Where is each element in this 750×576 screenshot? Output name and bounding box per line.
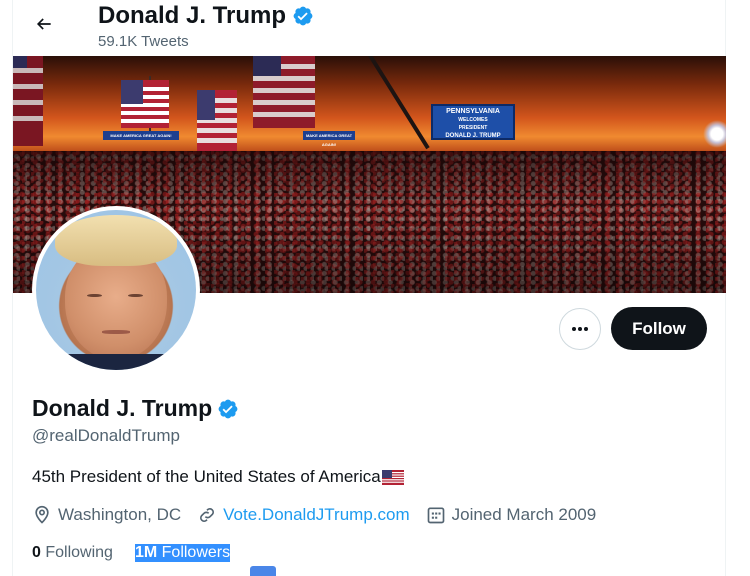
followers-count: 1M xyxy=(134,544,158,561)
calendar-icon xyxy=(427,507,444,524)
joined-item: Joined March 2009 xyxy=(426,505,597,525)
verified-badge-icon xyxy=(218,399,238,418)
us-flag-banner xyxy=(13,56,43,146)
bio-text: 45th President of the United States of A… xyxy=(32,467,381,486)
stage-sign-line: WELCOMES xyxy=(458,117,488,123)
crane-arm xyxy=(368,56,430,150)
avatar-suit xyxy=(48,354,184,370)
stage-sign-line: PRESIDENT xyxy=(458,125,488,131)
stage-sign: PENNSYLVANIA WELCOMES PRESIDENT DONALD J… xyxy=(431,104,515,140)
avatar-mouth xyxy=(101,330,131,334)
following-stat[interactable]: 0 Following xyxy=(32,544,113,562)
avatar-eye xyxy=(87,293,102,298)
header-name: Donald J. Trump xyxy=(98,2,287,29)
location-pin-icon xyxy=(35,505,49,524)
rail-sign: MAKE AMERICA GREAT AGAIN! xyxy=(103,131,179,140)
stage-sign-line: PENNSYLVANIA xyxy=(446,108,500,115)
website-item[interactable]: Vote.DonaldJTrump.com xyxy=(197,505,410,525)
us-flag-emoji xyxy=(381,469,404,485)
follow-button[interactable]: Follow xyxy=(611,307,707,350)
stage-sign-line: DONALD J. TRUMP xyxy=(445,133,501,139)
joined-text: Joined March 2009 xyxy=(451,505,597,524)
profile-stats: 0 Following 1M Followers xyxy=(32,544,252,562)
followers-stat[interactable]: 1M Followers xyxy=(134,544,231,562)
header-title: Donald J. Trump xyxy=(98,2,314,30)
back-arrow-icon xyxy=(36,18,51,30)
profile-name-text: Donald J. Trump xyxy=(32,395,213,421)
more-dots-icon xyxy=(572,327,588,331)
avatar-image xyxy=(36,210,196,370)
website-link[interactable]: Vote.DonaldJTrump.com xyxy=(223,505,409,525)
avatar[interactable] xyxy=(32,206,200,374)
profile-bio: 45th President of the United States of A… xyxy=(32,467,404,487)
followers-label: Followers xyxy=(161,544,231,561)
stage-light xyxy=(703,120,726,148)
us-flag-banner xyxy=(121,80,169,128)
following-count: 0 xyxy=(32,544,41,561)
avatar-eye xyxy=(128,293,143,298)
more-button[interactable] xyxy=(559,308,601,350)
profile-handle: @realDonaldTrump xyxy=(32,426,180,445)
location-item: Washington, DC xyxy=(32,505,181,525)
rail-sign: MAKE AMERICA GREAT AGAIN! xyxy=(303,131,355,147)
link-icon xyxy=(200,508,215,522)
location-text: Washington, DC xyxy=(58,505,182,524)
us-flag-banner xyxy=(253,56,315,128)
us-flag-banner xyxy=(197,90,237,154)
profile-meta: Washington, DC Vote.DonaldJTrump.com Joi… xyxy=(32,505,612,525)
profile-name: Donald J. Trump xyxy=(32,395,239,422)
following-label: Following xyxy=(45,544,113,561)
floating-doc-icon[interactable] xyxy=(250,566,276,576)
back-button[interactable] xyxy=(24,6,64,42)
tweet-count: 59.1K Tweets xyxy=(98,33,189,50)
avatar-hair xyxy=(55,214,177,266)
verified-badge-icon xyxy=(293,6,313,26)
